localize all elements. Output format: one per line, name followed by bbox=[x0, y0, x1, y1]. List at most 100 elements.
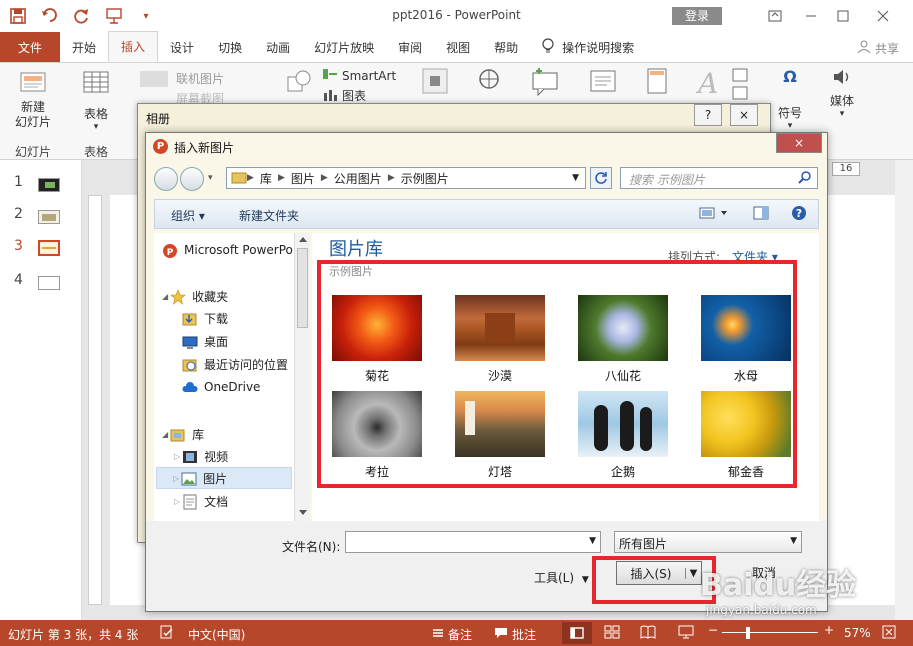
shapes-button[interactable] bbox=[282, 67, 316, 100]
organize-button[interactable]: 组织 ▾ bbox=[171, 207, 205, 224]
maximize-icon[interactable] bbox=[828, 5, 858, 27]
online-pictures-button[interactable]: 联机图片 bbox=[138, 67, 258, 90]
filename-input[interactable]: ▼ bbox=[345, 531, 601, 553]
zoom-in-button[interactable]: + bbox=[824, 623, 834, 637]
scrollbar-thumb[interactable] bbox=[297, 248, 308, 328]
expand-icon: ▷ bbox=[174, 451, 181, 461]
search-input[interactable]: 搜索 示例图片 bbox=[620, 167, 818, 189]
notes-button[interactable]: 备注 bbox=[432, 626, 472, 643]
nav-item-label: OneDrive bbox=[204, 380, 261, 394]
tab-home[interactable]: 开始 bbox=[60, 32, 108, 62]
media-group[interactable]: 媒体 ▾ bbox=[822, 67, 862, 119]
slide-thumb-4[interactable] bbox=[38, 276, 60, 290]
table-button[interactable]: 表格 ▾ bbox=[74, 67, 118, 132]
wordart-icon[interactable]: A bbox=[694, 67, 724, 100]
smartart-chart-group: SmartArt 图表 bbox=[322, 67, 402, 104]
album-help-button[interactable]: ? bbox=[694, 104, 722, 126]
album-close-button[interactable]: × bbox=[730, 104, 758, 126]
fit-to-window-icon[interactable] bbox=[882, 625, 896, 642]
chart-label: 图表 bbox=[342, 89, 367, 103]
tab-slideshow[interactable]: 幻灯片放映 bbox=[302, 32, 386, 62]
help-icon[interactable]: ? bbox=[791, 205, 807, 224]
slide-thumb-1[interactable] bbox=[38, 178, 60, 192]
nav-item-onedrive[interactable]: OneDrive bbox=[182, 376, 260, 398]
comment-icon[interactable] bbox=[528, 67, 562, 100]
address-bar[interactable]: ▶ 库 ▶ 图片 ▶ 公用图片 ▶ 示例图片 ▼ bbox=[226, 167, 586, 189]
slide-number-4: 4 bbox=[14, 272, 23, 288]
nav-item-powerpoint[interactable]: P Microsoft PowerPoint bbox=[162, 239, 294, 261]
address-dropdown-icon[interactable]: ▼ bbox=[572, 173, 579, 183]
close-icon[interactable] bbox=[868, 5, 898, 27]
media-dropdown-icon: ▾ bbox=[839, 109, 845, 119]
slide-thumb-3[interactable] bbox=[38, 240, 60, 256]
refresh-button[interactable] bbox=[590, 167, 612, 189]
svg-text:P: P bbox=[167, 248, 174, 258]
svg-text:?: ? bbox=[796, 207, 802, 220]
tab-help[interactable]: 帮助 bbox=[482, 32, 530, 62]
textbox-icon[interactable] bbox=[586, 67, 620, 98]
nav-item-pictures[interactable]: ▷ 图片 bbox=[156, 467, 292, 489]
nav-item-downloads[interactable]: 下载 bbox=[182, 307, 228, 329]
new-slide-button[interactable]: 新建 幻灯片 bbox=[8, 67, 58, 130]
dialog-close-button[interactable]: × bbox=[776, 133, 822, 153]
addins-icon[interactable] bbox=[418, 67, 452, 98]
header-footer-icon[interactable] bbox=[642, 67, 672, 98]
chart-button[interactable]: 图表 bbox=[322, 87, 402, 104]
zoom-out-button[interactable]: − bbox=[708, 623, 718, 637]
zoom-slider-thumb[interactable] bbox=[746, 627, 750, 639]
normal-view-button[interactable] bbox=[562, 622, 592, 644]
slide-position-text: 幻灯片 第 3 张，共 4 张 bbox=[8, 628, 139, 642]
slide-thumb-2[interactable] bbox=[38, 210, 60, 224]
tools-button[interactable]: 工具(L) ▼ bbox=[534, 569, 589, 586]
minimize-icon[interactable] bbox=[796, 5, 826, 27]
link-icon[interactable] bbox=[472, 67, 506, 98]
nav-item-desktop[interactable]: 桌面 bbox=[182, 330, 228, 352]
tell-me-search[interactable]: 操作说明搜索 bbox=[530, 32, 646, 62]
breadcrumb-sample-pictures[interactable]: 示例图片 bbox=[395, 170, 455, 187]
tab-review[interactable]: 审阅 bbox=[386, 32, 434, 62]
navigation-pane-scrollbar[interactable] bbox=[294, 233, 310, 521]
vertical-scrollbar[interactable] bbox=[895, 160, 913, 620]
nav-item-recent[interactable]: 最近访问的位置 bbox=[182, 353, 288, 375]
tab-insert[interactable]: 插入 bbox=[108, 31, 159, 62]
nav-item-documents[interactable]: ▷ 文档 bbox=[174, 490, 228, 512]
tab-file[interactable]: 文件 bbox=[0, 32, 61, 62]
nav-item-libraries[interactable]: ◢ 库 bbox=[162, 423, 204, 445]
tab-transitions[interactable]: 切换 bbox=[206, 32, 254, 62]
spellcheck-icon[interactable] bbox=[160, 625, 174, 642]
collapse-icon: ◢ bbox=[162, 291, 169, 301]
back-button[interactable] bbox=[154, 167, 178, 191]
recent-pages-icon[interactable]: ▾ bbox=[208, 173, 213, 183]
tab-design[interactable]: 设计 bbox=[158, 32, 206, 62]
slide-number-1: 1 bbox=[14, 174, 23, 190]
symbol-dropdown-icon: ▾ bbox=[787, 121, 793, 131]
comments-button[interactable]: 批注 bbox=[494, 626, 536, 643]
preview-pane-icon[interactable] bbox=[753, 206, 769, 223]
slide-sorter-icon[interactable] bbox=[604, 625, 620, 642]
filetype-select[interactable]: 所有图片 ▼ bbox=[614, 531, 802, 553]
ribbon-display-options-icon[interactable] bbox=[760, 5, 790, 27]
zoom-level[interactable]: 57% bbox=[844, 626, 871, 640]
expand-icon: ▷ bbox=[173, 473, 180, 483]
forward-button[interactable] bbox=[180, 167, 204, 191]
breadcrumb-public-pictures[interactable]: 公用图片 bbox=[328, 170, 388, 187]
tab-view[interactable]: 视图 bbox=[434, 32, 482, 62]
symbol-group[interactable]: Ω 符号 ▾ bbox=[770, 67, 810, 131]
nav-item-videos[interactable]: ▷ 视频 bbox=[174, 445, 228, 467]
tab-animations[interactable]: 动画 bbox=[254, 32, 302, 62]
reading-view-icon[interactable] bbox=[640, 625, 656, 642]
new-folder-button[interactable]: 新建文件夹 bbox=[239, 207, 299, 224]
slideshow-icon[interactable] bbox=[678, 625, 694, 642]
breadcrumb-pictures[interactable]: 图片 bbox=[285, 170, 321, 187]
share-label: 共享 bbox=[874, 42, 899, 56]
login-button[interactable]: 登录 bbox=[672, 7, 722, 25]
zoom-slider[interactable] bbox=[722, 632, 818, 633]
smartart-button[interactable]: SmartArt bbox=[322, 67, 402, 84]
change-view-icon[interactable] bbox=[699, 206, 729, 223]
breadcrumb-library[interactable]: 库 bbox=[254, 170, 278, 187]
nav-item-favorites[interactable]: ◢ 收藏夹 bbox=[162, 285, 228, 307]
table-dropdown-icon: ▾ bbox=[93, 122, 99, 132]
share-button[interactable]: 共享 bbox=[857, 40, 899, 57]
language-indicator[interactable]: 中文(中国) bbox=[188, 626, 245, 643]
filename-dropdown-icon[interactable]: ▼ bbox=[589, 536, 596, 546]
